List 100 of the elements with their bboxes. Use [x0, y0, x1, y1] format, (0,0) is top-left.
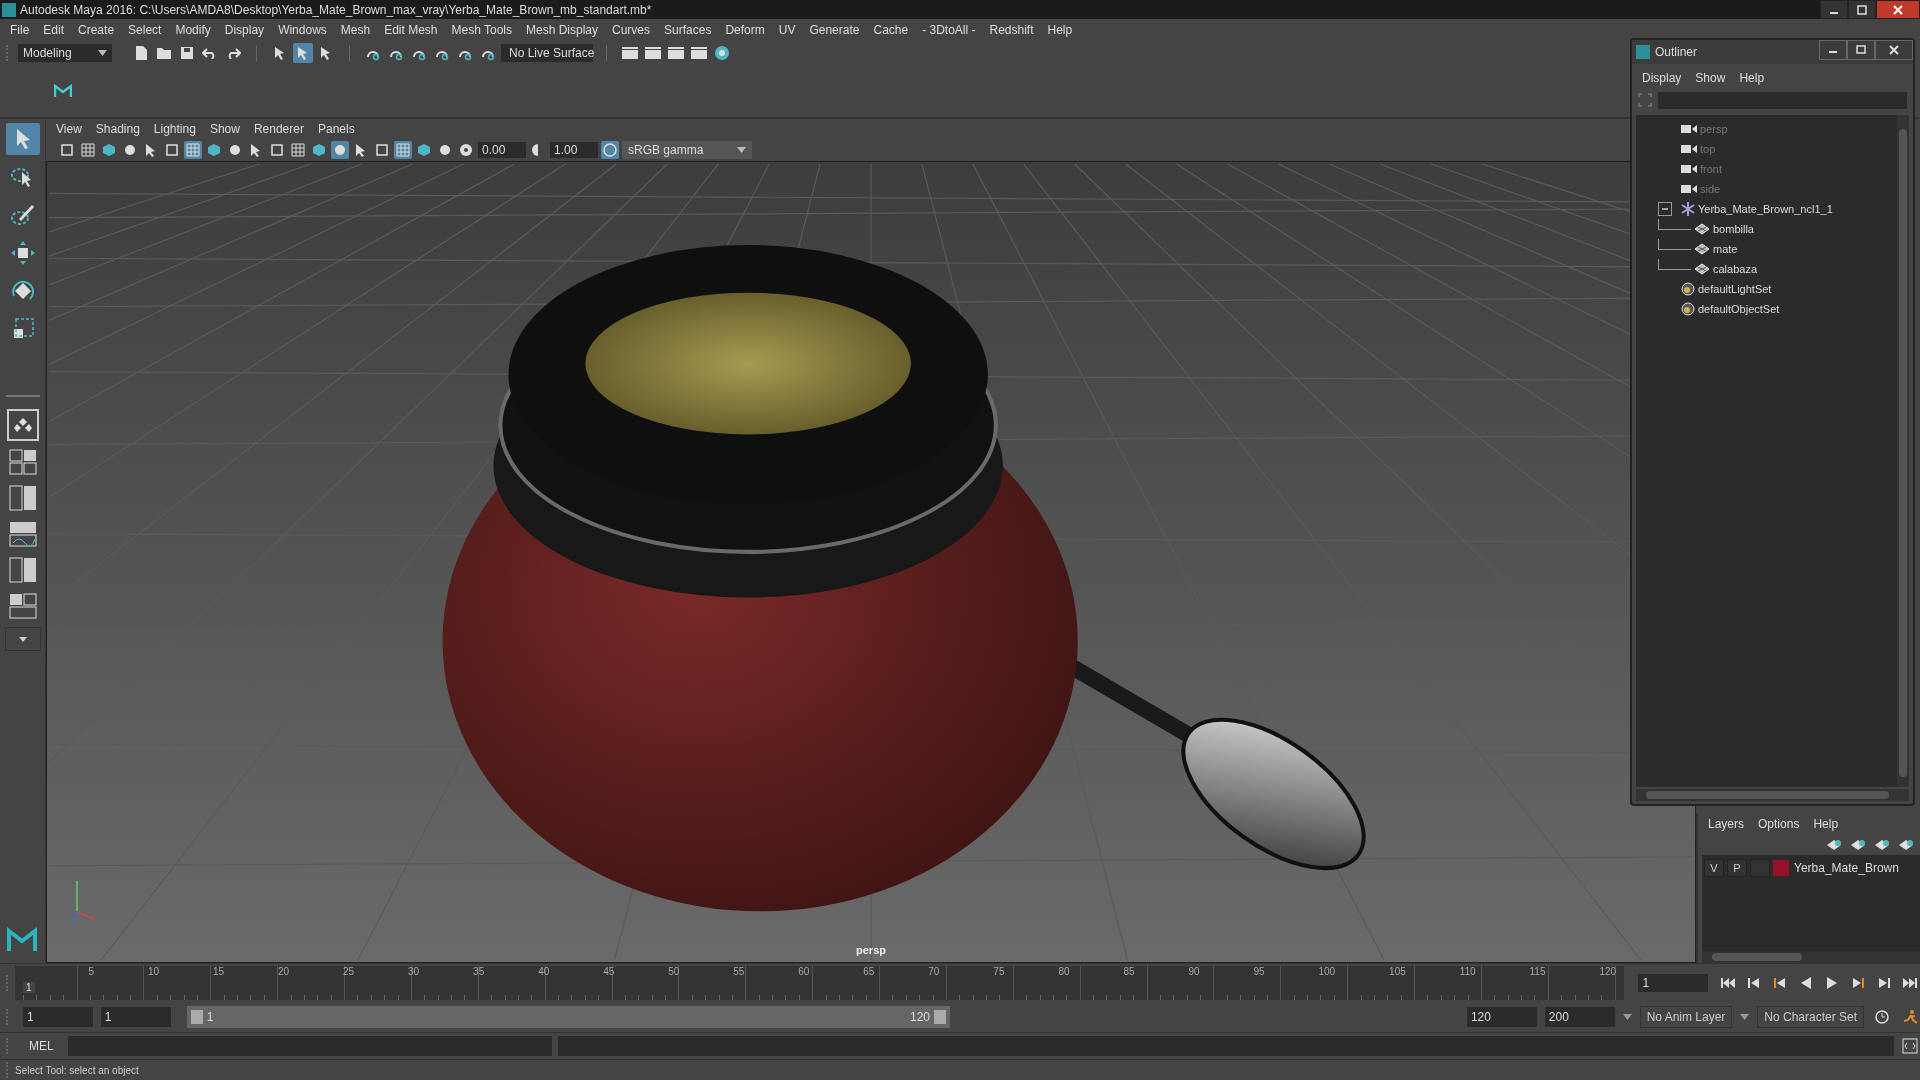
menu-item[interactable]: Help	[1733, 69, 1773, 87]
menu-item[interactable]: - 3DtoAll -	[916, 21, 984, 39]
caret-icon[interactable]	[98, 50, 107, 56]
outliner-item[interactable]: Yerba_Mate_Brown_ncl1_1	[1698, 203, 1833, 215]
window-title: Outliner	[1655, 45, 1698, 59]
menu-item[interactable]: Deform	[719, 21, 773, 39]
square-icon[interactable]	[373, 141, 391, 159]
caret-icon[interactable]	[1622, 1014, 1632, 1020]
menu-item[interactable]: File	[4, 21, 38, 39]
yerba-mate-gourd-drawing[interactable]	[442, 245, 1366, 912]
menu-item[interactable]: Modify	[169, 21, 219, 39]
asterisk-icon	[1681, 202, 1695, 216]
menu-item[interactable]: UV	[772, 21, 804, 39]
app-logo-icon	[1636, 45, 1650, 59]
single-pane-layout-icon[interactable]	[6, 409, 39, 441]
menu-item[interactable]: Renderer	[247, 120, 312, 138]
layer-color-swatch[interactable]	[1773, 860, 1789, 876]
menu-item[interactable]: Display	[218, 21, 273, 39]
cube-icon[interactable]	[310, 141, 328, 159]
caret-icon[interactable]	[4, 627, 41, 651]
vertical-scrollbar[interactable]	[1897, 115, 1909, 787]
menu-item[interactable]: Shading	[89, 120, 148, 138]
horizontal-scrollbar[interactable]	[1636, 789, 1909, 801]
close-button[interactable]	[1876, 0, 1920, 19]
outliner-item[interactable]: bombilla	[1713, 223, 1754, 235]
square-icon[interactable]	[58, 141, 76, 159]
select-tool-icon[interactable]	[5, 123, 40, 155]
outliner-item[interactable]: defaultObjectSet	[1698, 303, 1780, 315]
menu-item[interactable]: Show	[1689, 69, 1734, 87]
menu-item[interactable]: Redshift	[983, 21, 1042, 39]
time-ruler[interactable]: 1 5 10 15 20 25 30 35 40 45 50 55 60 65 70 75 80 85 90 95 100 105 110 115 120	[15, 966, 1625, 1000]
horizontal-scrollbar[interactable]	[1702, 951, 1920, 963]
playback-toggle[interactable]: P	[1727, 859, 1747, 877]
color-space-dropdown[interactable]: sRGB gamma	[622, 141, 752, 159]
outliner-item[interactable]: calabaza	[1713, 263, 1758, 275]
menu-item[interactable]: Select	[122, 21, 170, 39]
command-input-field[interactable]	[67, 1036, 552, 1056]
current-frame-field[interactable]: 1	[1638, 974, 1708, 992]
mode-dropdown[interactable]: Modeling	[18, 44, 112, 62]
caret-icon[interactable]	[737, 147, 746, 153]
clock-icon[interactable]	[1872, 1007, 1892, 1027]
color-management-icon[interactable]	[601, 141, 619, 159]
menu-item[interactable]: Mesh Display	[520, 21, 607, 39]
character-set-dropdown[interactable]: No Character Set	[1757, 1006, 1865, 1028]
menu-item[interactable]: Display	[1636, 69, 1690, 87]
cube-icon[interactable]	[205, 141, 223, 159]
layer-name[interactable]: Yerba_Mate_Brown	[1792, 861, 1899, 875]
menu-item[interactable]: Mesh Tools	[445, 21, 520, 39]
menu-item[interactable]: Lighting	[147, 120, 204, 138]
live-surface-field[interactable]: No Live Surface	[501, 44, 593, 62]
menu-item[interactable]: Curves	[606, 21, 659, 39]
square-icon[interactable]	[163, 141, 181, 159]
menu-item[interactable]: Create	[72, 21, 123, 39]
maximize-icon[interactable]	[1857, 4, 1867, 15]
menu-item[interactable]: Layers	[1702, 815, 1753, 833]
maximize-button[interactable]	[1848, 0, 1876, 19]
render-ring-icon[interactable]	[712, 43, 732, 63]
outliner-item[interactable]: mate	[1713, 243, 1738, 255]
menu-item[interactable]: View	[50, 120, 90, 138]
visibility-toggle[interactable]: V	[1704, 859, 1724, 877]
playback-end-field[interactable]: 120	[1466, 1007, 1537, 1027]
menu-item[interactable]: Mesh	[334, 21, 379, 39]
anim-layer-dropdown[interactable]: No Anim Layer	[1639, 1006, 1733, 1028]
range-slider[interactable]: 1 120	[186, 1006, 951, 1028]
menu-item[interactable]: Edit	[37, 21, 73, 39]
command-language-label[interactable]: MEL	[21, 1039, 62, 1053]
grid-icon[interactable]	[184, 141, 202, 159]
aperture-icon[interactable]	[457, 141, 475, 159]
caret-icon[interactable]	[1740, 1014, 1750, 1020]
minimize-button[interactable]	[1819, 40, 1847, 60]
gamma-field[interactable]: 1.00	[550, 142, 598, 158]
exposure-field[interactable]: 0.00	[478, 142, 526, 158]
maximize-icon[interactable]	[1856, 45, 1866, 55]
shelf-logo-icon[interactable]	[52, 82, 74, 100]
menu-item[interactable]: Generate	[803, 21, 868, 39]
cube-icon[interactable]	[100, 141, 118, 159]
cube-icon[interactable]	[415, 141, 433, 159]
close-icon[interactable]	[1889, 45, 1899, 55]
search-field[interactable]	[1658, 91, 1907, 109]
grid-icon[interactable]	[289, 141, 307, 159]
minimize-button[interactable]	[1820, 0, 1848, 19]
script-editor-icon[interactable]	[1900, 1036, 1920, 1056]
end-frame-field[interactable]: 200	[1544, 1007, 1615, 1027]
grid-icon[interactable]	[394, 141, 412, 159]
grid-icon[interactable]	[79, 141, 97, 159]
maximize-button[interactable]	[1847, 40, 1875, 60]
menu-item[interactable]: Surfaces	[658, 21, 720, 39]
close-button[interactable]	[1875, 40, 1913, 60]
menu-item[interactable]: Show	[203, 120, 248, 138]
start-frame-field[interactable]: 1	[23, 1007, 93, 1027]
menu-item[interactable]: Help	[1807, 815, 1847, 833]
menu-item[interactable]: Options	[1752, 815, 1808, 833]
square-icon[interactable]	[268, 141, 286, 159]
menu-item[interactable]: Windows	[272, 21, 335, 39]
menu-item[interactable]: Edit Mesh	[378, 21, 446, 39]
menu-item[interactable]: Panels	[311, 120, 363, 138]
menu-item[interactable]: Cache	[867, 21, 917, 39]
outliner-item[interactable]: defaultLightSet	[1698, 283, 1772, 295]
menu-item[interactable]: Help	[1041, 21, 1081, 39]
playback-start-field[interactable]: 1	[100, 1007, 171, 1027]
